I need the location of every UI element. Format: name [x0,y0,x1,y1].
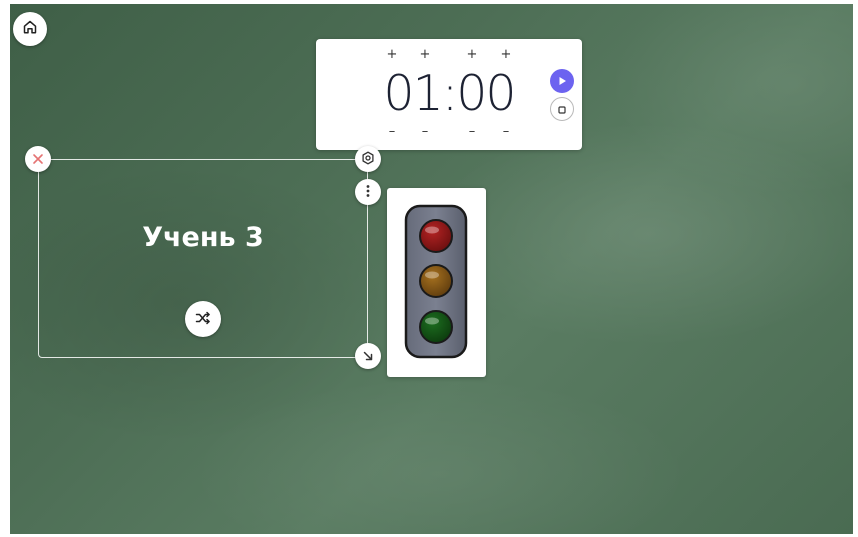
widget-settings-button[interactable] [355,146,381,172]
timer-seconds-ones-decrement[interactable]: – [499,125,513,139]
home-button[interactable] [13,12,47,46]
red-lamp-glare [425,226,439,234]
picker-selected-name: Учень 3 [142,222,264,253]
stop-icon [557,100,567,119]
timer-display: 01:00 [383,65,516,122]
traffic-light-yellow-lamp[interactable] [419,264,453,298]
widget-more-button[interactable] [355,179,381,205]
traffic-light-green-lamp[interactable] [419,310,453,344]
shuffle-button[interactable] [185,301,221,337]
timer-minutes-tens-decrement[interactable]: – [385,125,399,139]
more-vertical-icon [365,183,371,202]
timer-seconds-ones-increment[interactable]: + [499,48,513,62]
yellow-lamp-glare [425,271,439,279]
timer-seconds-tens-decrement[interactable]: – [465,125,479,139]
timer-stop-button[interactable] [550,97,574,121]
green-lamp-glare [425,317,439,325]
close-icon [32,150,44,169]
timer-minutes-ones-increment[interactable]: + [418,48,432,62]
home-icon [22,19,38,39]
timer-seconds-tens-increment[interactable]: + [465,48,479,62]
resize-arrow-icon [362,347,374,366]
timer-play-button[interactable] [550,69,574,93]
timer-minutes-tens-increment[interactable]: + [385,48,399,62]
traffic-light-widget [387,188,486,377]
widget-resize-handle[interactable] [355,343,381,369]
close-widget-button[interactable] [25,146,51,172]
timer-widget: + + + + 01:00 – – – – [316,39,582,150]
traffic-light-red-lamp[interactable] [419,219,453,253]
play-icon [556,72,568,91]
timer-minutes-ones-decrement[interactable]: – [418,125,432,139]
gear-icon [361,150,375,169]
shuffle-icon [195,310,211,329]
